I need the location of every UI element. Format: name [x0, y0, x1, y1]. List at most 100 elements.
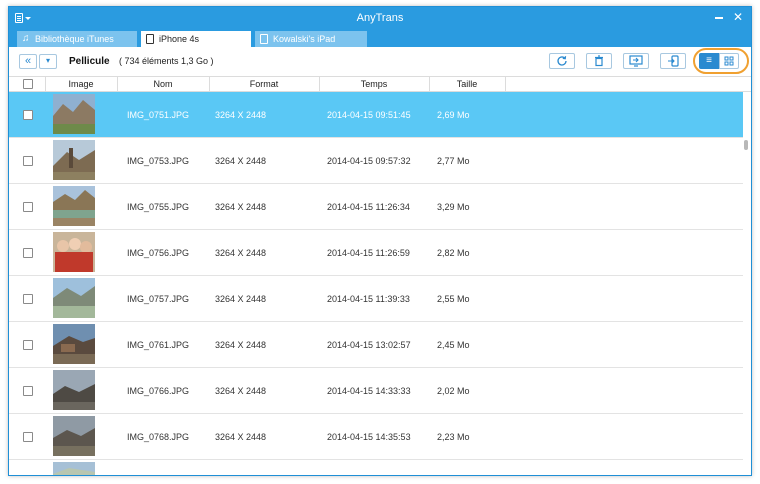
file-time: 2014-04-15 11:26:59	[327, 248, 410, 258]
tab-label: Bibliothèque iTunes	[35, 34, 114, 44]
photo-thumbnail	[53, 232, 95, 272]
file-format: 3264 X 2448	[215, 386, 267, 396]
file-size: 2,55 Mo	[437, 294, 470, 304]
file-size: 2,23 Mo	[437, 432, 470, 442]
file-size: 2,02 Mo	[437, 386, 470, 396]
tab-ipad[interactable]: Kowalski's iPad	[255, 31, 367, 47]
photo-list: IMG_0751.JPG 3264 X 2448 2014-04-15 09:5…	[9, 92, 743, 475]
file-format: 3264 X 2448	[215, 110, 267, 120]
tab-bar: ♫ Bibliothèque iTunes iPhone 4s Kowalski…	[9, 29, 751, 47]
category-dropdown-button[interactable]: ▾	[39, 54, 57, 69]
send-to-device-button[interactable]	[660, 53, 686, 69]
photo-thumbnail	[53, 416, 95, 456]
window-title: AnyTrans	[356, 12, 404, 24]
select-all-checkbox[interactable]	[23, 79, 33, 89]
minimize-button[interactable]	[715, 17, 723, 19]
iphone-icon	[146, 34, 154, 44]
tab-label: iPhone 4s	[159, 34, 200, 44]
list-view-button[interactable]: ≡	[699, 53, 719, 69]
table-header: Image Nom Format Temps Taille	[9, 77, 751, 92]
refresh-button[interactable]	[549, 53, 575, 69]
file-size: 2,82 Mo	[437, 248, 470, 258]
row-checkbox[interactable]	[23, 110, 33, 120]
column-header-name[interactable]: Nom	[117, 79, 209, 89]
photo-thumbnail	[53, 140, 95, 180]
column-header-size[interactable]: Taille	[429, 79, 505, 89]
ipad-icon	[260, 34, 268, 44]
scrollbar-thumb[interactable]	[744, 140, 748, 150]
refresh-icon	[557, 56, 567, 66]
column-header-image[interactable]: Image	[45, 79, 117, 89]
photo-thumbnail	[53, 278, 95, 318]
file-size: 3,29 Mo	[437, 202, 470, 212]
file-time: 2014-04-15 11:26:34	[327, 202, 410, 212]
file-format: 3264 X 2448	[215, 294, 267, 304]
file-format: 3264 X 2448	[215, 156, 267, 166]
file-name: IMG_0756.JPG	[127, 248, 190, 258]
grid-view-button[interactable]	[719, 53, 739, 69]
table-row[interactable]	[9, 460, 743, 475]
file-name: IMG_0766.JPG	[127, 386, 190, 396]
table-row[interactable]: IMG_0766.JPG 3264 X 2448 2014-04-15 14:3…	[9, 368, 743, 414]
file-time: 2014-04-15 14:35:53	[327, 432, 411, 442]
music-note-icon: ♫	[22, 33, 30, 44]
photo-thumbnail	[53, 370, 95, 410]
file-name: IMG_0755.JPG	[127, 202, 190, 212]
file-time: 2014-04-15 09:51:45	[327, 110, 411, 120]
title-bar: AnyTrans ✕	[9, 7, 751, 29]
photo-thumbnail	[53, 94, 95, 134]
file-name: IMG_0757.JPG	[127, 294, 190, 304]
tab-label: Kowalski's iPad	[273, 34, 336, 44]
file-format: 3264 X 2448	[215, 248, 267, 258]
row-checkbox[interactable]	[23, 432, 33, 442]
file-size: 2,77 Mo	[437, 156, 470, 166]
photo-thumbnail	[53, 462, 95, 475]
file-name: IMG_0751.JPG	[127, 110, 190, 120]
row-checkbox[interactable]	[23, 386, 33, 396]
tab-itunes-library[interactable]: ♫ Bibliothèque iTunes	[17, 31, 137, 47]
table-row[interactable]: IMG_0756.JPG 3264 X 2448 2014-04-15 11:2…	[9, 230, 743, 276]
grid-view-icon	[724, 56, 734, 66]
file-name: IMG_0761.JPG	[127, 340, 190, 350]
file-format: 3264 X 2448	[215, 432, 267, 442]
row-checkbox[interactable]	[23, 248, 33, 258]
tab-iphone[interactable]: iPhone 4s	[141, 31, 251, 47]
row-checkbox[interactable]	[23, 156, 33, 166]
row-checkbox[interactable]	[23, 294, 33, 304]
table-row[interactable]: IMG_0768.JPG 3264 X 2448 2014-04-15 14:3…	[9, 414, 743, 460]
file-format: 3264 X 2448	[215, 340, 267, 350]
file-name: IMG_0753.JPG	[127, 156, 190, 166]
delete-button[interactable]	[586, 53, 612, 69]
file-size: 2,69 Mo	[437, 110, 470, 120]
send-to-computer-button[interactable]	[623, 53, 649, 69]
photo-thumbnail	[53, 324, 95, 364]
file-time: 2014-04-15 11:39:33	[327, 294, 410, 304]
file-time: 2014-04-15 09:57:32	[327, 156, 411, 166]
table-row[interactable]: IMG_0761.JPG 3264 X 2448 2014-04-15 13:0…	[9, 322, 743, 368]
column-header-time[interactable]: Temps	[319, 79, 429, 89]
table-row[interactable]: IMG_0751.JPG 3264 X 2448 2014-04-15 09:5…	[9, 92, 743, 138]
send-to-computer-icon	[629, 55, 643, 67]
view-mode-toggle: ≡	[699, 53, 743, 69]
table-row[interactable]: IMG_0755.JPG 3264 X 2448 2014-04-15 11:2…	[9, 184, 743, 230]
table-row[interactable]: IMG_0757.JPG 3264 X 2448 2014-04-15 11:3…	[9, 276, 743, 322]
app-window: AnyTrans ✕ ♫ Bibliothèque iTunes iPhone …	[8, 6, 752, 476]
file-size: 2,45 Mo	[437, 340, 470, 350]
file-time: 2014-04-15 13:02:57	[327, 340, 411, 350]
back-button[interactable]: «	[19, 54, 37, 69]
send-to-device-icon	[668, 55, 679, 67]
list-view-icon: ≡	[706, 55, 712, 66]
table-row[interactable]: IMG_0753.JPG 3264 X 2448 2014-04-15 09:5…	[9, 138, 743, 184]
file-name: IMG_0768.JPG	[127, 432, 190, 442]
close-button[interactable]: ✕	[731, 9, 745, 25]
file-format: 3264 X 2448	[215, 202, 267, 212]
vertical-scrollbar[interactable]	[743, 92, 749, 475]
row-checkbox[interactable]	[23, 202, 33, 212]
photo-thumbnail	[53, 186, 95, 226]
column-divider	[505, 77, 506, 92]
trash-icon	[595, 55, 603, 67]
column-header-format[interactable]: Format	[209, 79, 319, 89]
toolbar: « ▾ Pellicule ( 734 éléments 1,3 Go ) ≡	[9, 47, 751, 77]
row-checkbox[interactable]	[23, 340, 33, 350]
file-time: 2014-04-15 14:33:33	[327, 386, 411, 396]
